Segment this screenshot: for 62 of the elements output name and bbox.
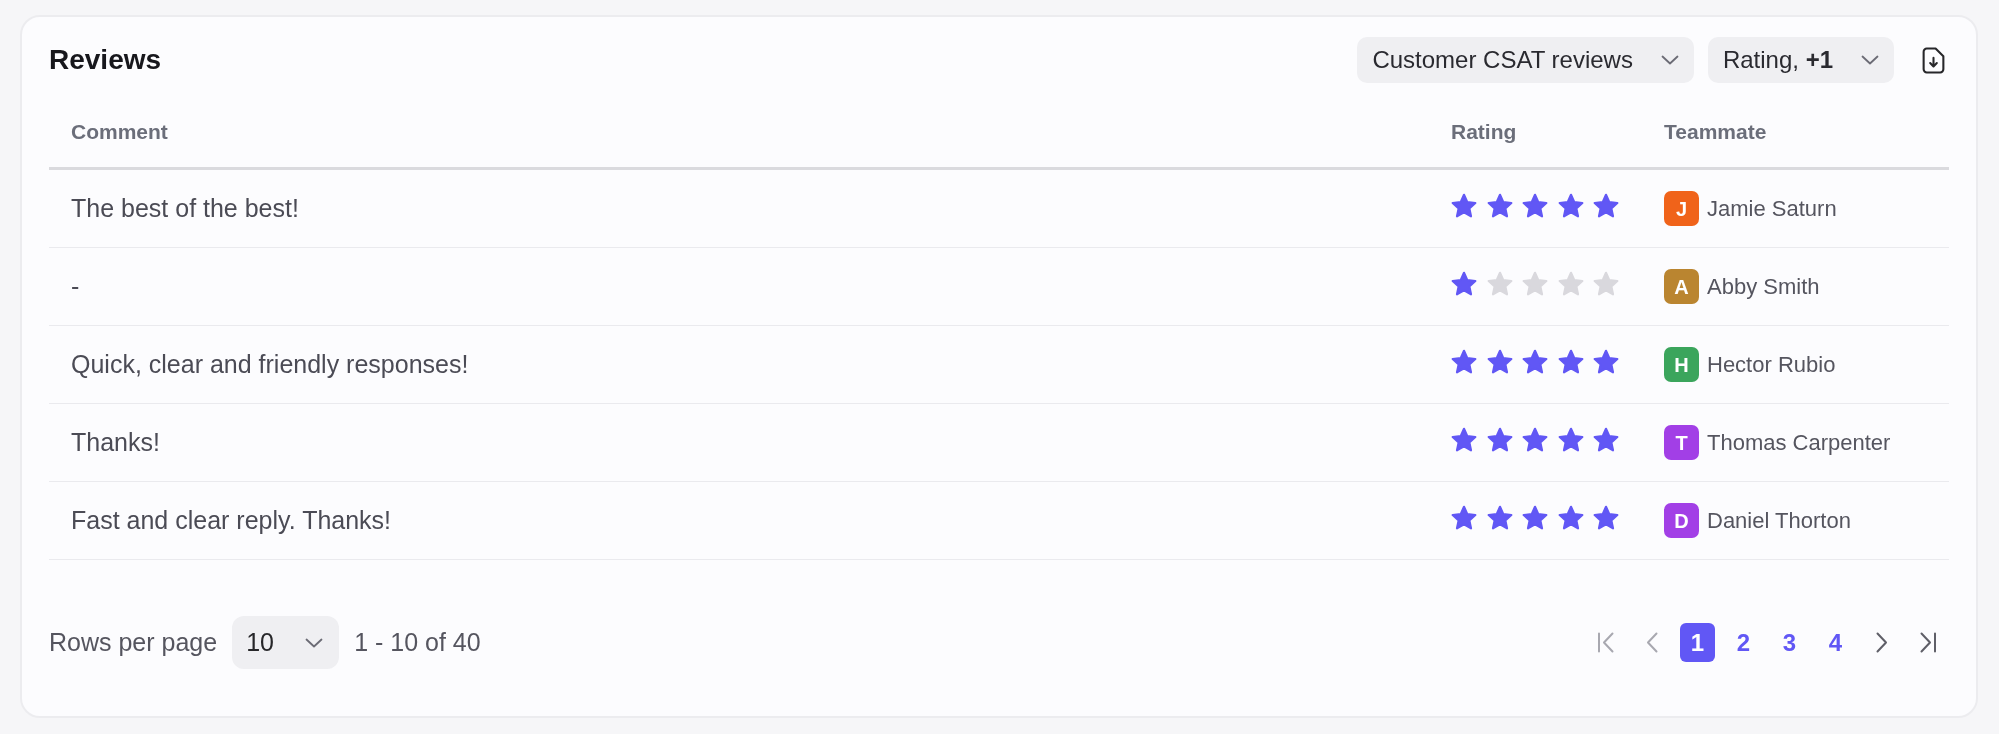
chevron-down-icon (1861, 55, 1879, 65)
star-icon (1486, 348, 1513, 374)
star-icon (1522, 426, 1548, 452)
star-icon (1557, 426, 1584, 452)
comment-text: The best of the best! (71, 193, 299, 222)
comment-text: Quick, clear and friendly responses! (71, 349, 469, 378)
empty-star-icon (1522, 270, 1548, 296)
page-button[interactable]: 1 (1680, 623, 1715, 662)
star-icon (1486, 192, 1513, 218)
star-icon (1593, 426, 1619, 452)
teammate-avatar: T (1664, 425, 1699, 460)
teammate-name: Abby Smith (1707, 273, 1820, 301)
comment-text: - (71, 271, 80, 300)
last-page-icon (1918, 632, 1937, 653)
star-icon (1522, 504, 1548, 530)
teammate-name: Thomas Carpenter (1707, 429, 1891, 457)
rows-per-page-label: Rows per page (49, 626, 218, 658)
empty-star-icon (1486, 270, 1513, 296)
star-icon (1593, 192, 1619, 218)
teammate-avatar: D (1664, 503, 1699, 538)
download-button[interactable] (1920, 45, 1947, 75)
star-icon (1451, 504, 1477, 530)
star-icon (1451, 348, 1477, 374)
star-icon (1451, 270, 1477, 296)
filter-dropdown[interactable]: Customer CSAT reviews (1357, 37, 1694, 83)
teammate-avatar: H (1664, 347, 1699, 382)
star-icon (1557, 348, 1584, 374)
star-icon (1557, 192, 1584, 218)
comment-text: Fast and clear reply. Thanks! (71, 505, 392, 534)
star-icon (1451, 192, 1477, 218)
card-title: Reviews (49, 46, 162, 74)
file-download-icon (1922, 46, 1945, 74)
star-icon (1593, 504, 1619, 530)
empty-star-icon (1593, 270, 1619, 296)
filter-dropdown[interactable]: Rating, +1 (1707, 37, 1894, 83)
chevron-down-icon (305, 637, 324, 648)
page-button[interactable]: 4 (1818, 623, 1853, 662)
star-icon (1486, 504, 1513, 530)
star-icon (1451, 426, 1477, 452)
comment-text: Thanks! (71, 427, 160, 456)
page-button[interactable]: 3 (1772, 623, 1807, 662)
chevron-right-icon (1875, 632, 1888, 653)
teammate-name: Jamie Saturn (1707, 195, 1837, 223)
empty-star-icon (1557, 270, 1584, 296)
chevron-down-icon (1660, 55, 1679, 65)
rows-per-page-select[interactable]: 10 (232, 616, 340, 669)
teammate-avatar: A (1664, 269, 1699, 304)
teammate-avatar: J (1664, 191, 1699, 226)
teammate-name: Daniel Thorton (1707, 507, 1851, 535)
star-icon (1522, 192, 1548, 218)
page-range-text: 1 - 10 of 40 (354, 626, 481, 658)
column-header: Rating (1451, 120, 1517, 144)
star-icon (1593, 348, 1619, 374)
teammate-name: Hector Rubio (1707, 351, 1836, 379)
star-icon (1557, 504, 1584, 530)
star-icon (1522, 348, 1548, 374)
star-icon (1486, 426, 1513, 452)
page-button[interactable]: 2 (1726, 623, 1761, 662)
chevron-left-icon (1645, 632, 1658, 653)
first-page-icon (1596, 632, 1615, 653)
column-header: Teammate (1664, 120, 1767, 144)
column-header: Comment (71, 120, 168, 144)
